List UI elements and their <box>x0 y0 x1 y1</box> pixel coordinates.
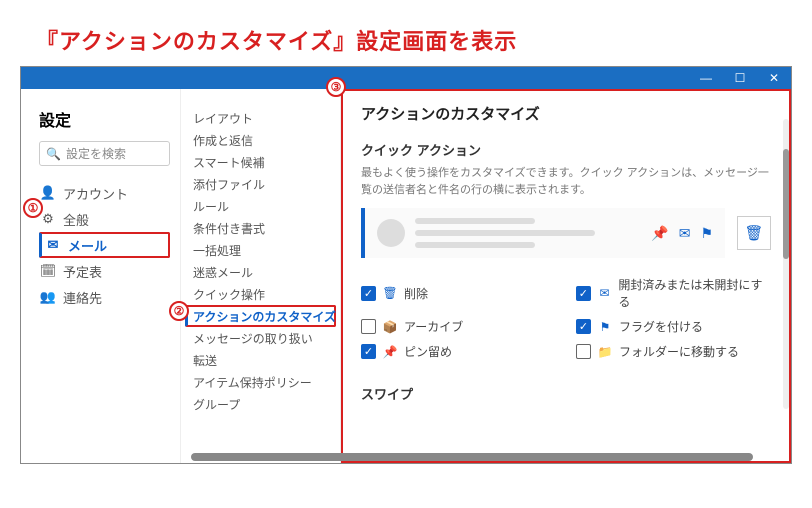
mail-settings-list: レイアウト 作成と返信 スマート候補 添付ファイル ルール 条件付き書式 一括処… <box>181 89 341 463</box>
sidebar-item-label: 全般 <box>63 210 89 229</box>
mid-item-layout[interactable]: レイアウト <box>185 107 336 129</box>
envelope-icon: ✉ <box>597 286 613 300</box>
maximize-button[interactable]: ☐ <box>723 67 757 89</box>
checkbox-icon <box>361 319 376 334</box>
settings-sidebar: 設定 🔍 設定を検索 👤 アカウント ⚙ 全般 ✉ メール 🗓 予定表 <box>21 89 181 463</box>
cb-archive[interactable]: 📦 アーカイブ <box>361 318 556 335</box>
minimize-button[interactable]: — <box>689 67 723 89</box>
archive-icon: 📦 <box>382 320 398 334</box>
sidebar-item-label: 予定表 <box>63 262 102 281</box>
quick-actions-desc: 最もよく使う操作をカスタマイズできます。クイック アクションは、メッセージ一覧の… <box>361 165 771 198</box>
settings-window: — ☐ ✕ 設定 🔍 設定を検索 👤 アカウント ⚙ 全般 ✉ メール <box>20 66 792 464</box>
calendar-icon: 🗓 <box>41 263 55 279</box>
cb-read-unread[interactable]: ✓ ✉ 開封済みまたは未開封にする <box>576 276 771 310</box>
annotation-badge-3: ③ <box>326 77 346 97</box>
mid-item-message-handling[interactable]: メッセージの取り扱い <box>185 327 336 349</box>
settings-panel: アクションのカスタマイズ クイック アクション 最もよく使う操作をカスタマイズで… <box>341 89 791 463</box>
sidebar-title: 設定 <box>39 107 170 131</box>
mid-item-attachments[interactable]: 添付ファイル <box>185 173 336 195</box>
checkbox-icon: ✓ <box>576 319 591 334</box>
gear-icon: ⚙ <box>41 211 55 227</box>
folder-icon: 📁 <box>597 345 613 359</box>
mail-icon: ✉ <box>46 237 60 253</box>
cb-pin[interactable]: ✓ 📌 ピン留め <box>361 343 556 360</box>
person-icon: 👤 <box>41 185 55 201</box>
placeholder-lines <box>415 218 641 248</box>
search-icon: 🔍 <box>46 147 61 161</box>
sidebar-item-contacts[interactable]: 👥 連絡先 <box>39 284 170 310</box>
people-icon: 👥 <box>41 289 55 305</box>
annotation-badge-1: ① <box>23 198 43 218</box>
delete-preview-button[interactable]: 🗑 <box>737 216 771 250</box>
mid-item-smart[interactable]: スマート候補 <box>185 151 336 173</box>
swipe-section-title: スワイプ <box>361 384 771 403</box>
mid-item-rules[interactable]: ルール <box>185 195 336 217</box>
sidebar-item-label: 連絡先 <box>63 288 102 307</box>
avatar <box>377 219 405 247</box>
envelope-icon: ✉ <box>679 225 691 242</box>
checkbox-label: フラグを付ける <box>619 318 703 335</box>
panel-title: アクションのカスタマイズ <box>361 103 771 124</box>
bottom-scrollbar[interactable] <box>191 453 753 461</box>
mid-item-compose[interactable]: 作成と返信 <box>185 129 336 151</box>
mid-item-groups[interactable]: グループ <box>185 393 336 415</box>
sidebar-item-calendar[interactable]: 🗓 予定表 <box>39 258 170 284</box>
sidebar-item-mail[interactable]: ✉ メール <box>39 232 170 258</box>
pin-icon: 📌 <box>382 345 398 359</box>
cb-delete[interactable]: ✓ 🗑 削除 <box>361 276 556 310</box>
quick-action-preview: 📌 ✉ ⚑ 🗑 <box>361 208 771 258</box>
annotation-title: 『アクションのカスタマイズ』設定画面を表示 <box>36 24 517 56</box>
mid-item-quicksteps[interactable]: クイック操作 <box>185 283 336 305</box>
close-button[interactable]: ✕ <box>757 67 791 89</box>
message-preview-card: 📌 ✉ ⚑ <box>361 208 725 258</box>
checkbox-icon: ✓ <box>361 344 376 359</box>
mid-item-retention[interactable]: アイテム保持ポリシー <box>185 371 336 393</box>
checkbox-label: 開封済みまたは未開封にする <box>618 276 771 310</box>
checkbox-icon: ✓ <box>576 286 591 301</box>
quick-actions-checkboxes: ✓ 🗑 削除 ✓ ✉ 開封済みまたは未開封にする 📦 アーカイブ ✓ ⚑ <box>361 276 771 360</box>
flag-icon: ⚑ <box>700 225 713 242</box>
checkbox-label: ピン留め <box>404 343 452 360</box>
sidebar-item-label: アカウント <box>63 184 128 203</box>
checkbox-label: アーカイブ <box>404 318 463 335</box>
search-placeholder: 設定を検索 <box>66 145 126 162</box>
trash-icon: 🗑 <box>744 224 763 242</box>
cb-flag[interactable]: ✓ ⚑ フラグを付ける <box>576 318 771 335</box>
flag-icon: ⚑ <box>597 320 613 334</box>
panel-scrollbar-thumb[interactable] <box>783 149 789 259</box>
mid-item-conditional[interactable]: 条件付き書式 <box>185 217 336 239</box>
checkbox-icon <box>576 344 591 359</box>
preview-action-icons: 📌 ✉ ⚑ <box>651 225 713 242</box>
sidebar-item-general[interactable]: ⚙ 全般 <box>39 206 170 232</box>
quick-actions-title: クイック アクション <box>361 140 771 159</box>
window-titlebar: — ☐ ✕ <box>21 67 791 89</box>
checkbox-icon: ✓ <box>361 286 376 301</box>
sidebar-item-label: メール <box>68 236 107 255</box>
mid-item-sweep[interactable]: 一括処理 <box>185 239 336 261</box>
checkbox-label: フォルダーに移動する <box>619 343 739 360</box>
annotation-badge-2: ② <box>169 301 189 321</box>
mid-item-customize-actions[interactable]: アクションのカスタマイズ <box>185 305 336 327</box>
search-input[interactable]: 🔍 設定を検索 <box>39 141 170 166</box>
trash-icon: 🗑 <box>382 286 398 300</box>
sidebar-item-account[interactable]: 👤 アカウント <box>39 180 170 206</box>
cb-move-folder[interactable]: 📁 フォルダーに移動する <box>576 343 771 360</box>
pin-icon: 📌 <box>651 225 668 242</box>
checkbox-label: 削除 <box>404 285 428 302</box>
mid-item-forwarding[interactable]: 転送 <box>185 349 336 371</box>
mid-item-junk[interactable]: 迷惑メール <box>185 261 336 283</box>
